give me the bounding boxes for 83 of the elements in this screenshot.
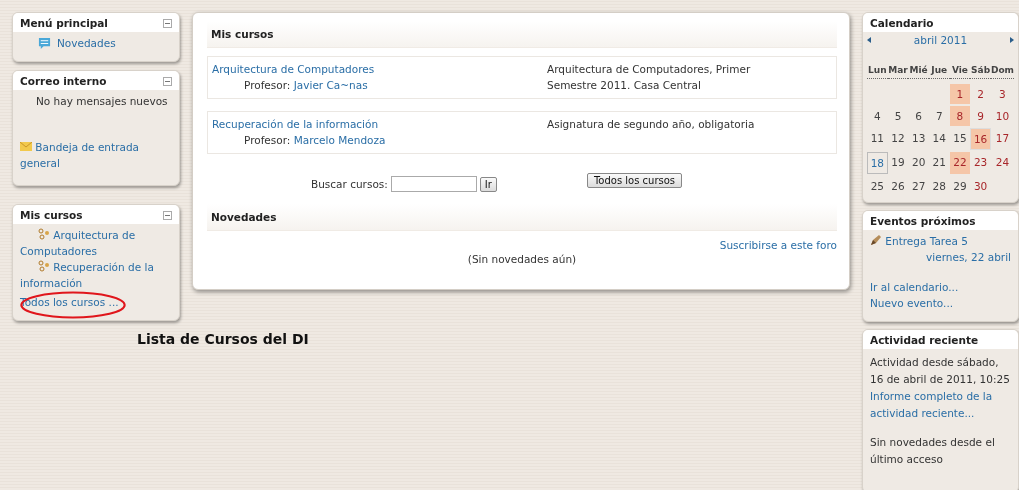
calendar-day[interactable]: 19 <box>887 152 909 174</box>
calendar-day[interactable]: 2 <box>970 84 991 104</box>
no-activity-text: Sin novedades desde el último acceso <box>870 435 996 467</box>
block-title: Calendario <box>870 17 934 29</box>
calendar-day[interactable]: 17 <box>990 128 1014 150</box>
calendar-day[interactable]: 18 <box>867 152 888 174</box>
weekday-label: Mar <box>887 62 909 79</box>
inbox-link[interactable]: Bandeja de entrada general <box>20 139 172 171</box>
pencil-icon <box>870 234 882 246</box>
search-field[interactable] <box>390 176 477 192</box>
calendar-day[interactable]: 26 <box>887 176 909 196</box>
weekday-label: Mié <box>908 62 929 79</box>
calendar-day[interactable]: 12 <box>887 128 909 150</box>
previous-month-icon[interactable] <box>867 37 871 43</box>
course-link[interactable]: Recuperación de la información <box>212 118 379 130</box>
activity-since-text: Actividad desde sábado, 16 de abril de 2011, 10:25 <box>870 355 1011 387</box>
block-title: Menú principal <box>20 17 108 29</box>
calendar-day[interactable]: 28 <box>928 176 950 196</box>
collapse-icon[interactable] <box>163 18 172 28</box>
collapse-icon[interactable] <box>163 210 172 220</box>
course-link[interactable]: Arquitectura de Computadores <box>212 63 375 75</box>
menu-link[interactable]: Novedades <box>57 35 116 51</box>
collapse-icon[interactable] <box>163 76 172 86</box>
course-summary: Asignatura de segundo año, obligatoria <box>547 117 756 132</box>
teacher-link[interactable]: Javier Ca~nas <box>293 79 368 91</box>
calendar-action-link[interactable]: Ir al calendario... <box>870 279 1011 295</box>
calendar-day[interactable]: 4 <box>867 106 888 126</box>
subscribe-link[interactable]: Suscribirse a este foro <box>719 239 837 251</box>
calendar-day[interactable]: 10 <box>990 106 1014 126</box>
calendar-day[interactable]: 8 <box>949 106 971 126</box>
teacher-label: Profesor: <box>244 79 291 91</box>
calendar-day[interactable]: 20 <box>908 152 929 174</box>
calendar-day[interactable]: 23 <box>970 152 991 174</box>
weekday-label: Vie <box>949 62 971 79</box>
teacher-link[interactable]: Marcelo Mendoza <box>293 134 386 146</box>
calendar-day[interactable]: 27 <box>908 176 929 196</box>
calendar-day[interactable]: 9 <box>970 106 991 126</box>
mail-message: No hay mensajes nuevos <box>35 94 169 109</box>
calendar-day[interactable]: 24 <box>990 152 1014 174</box>
block-title: Eventos próximos <box>870 215 976 227</box>
month-link[interactable]: abril 2011 <box>913 32 968 48</box>
weekday-label: Lun <box>867 62 888 79</box>
course-link[interactable]: Arquitectura de Computadores <box>20 227 172 259</box>
search-label: Buscar cursos: <box>311 178 388 190</box>
calendar-day[interactable]: 30 <box>970 176 991 196</box>
section-title: Mis cursos <box>211 28 274 40</box>
envelope-icon <box>20 142 32 151</box>
go-button[interactable]: Ir <box>479 176 497 192</box>
weekday-label: Dom <box>990 62 1014 79</box>
event-date-link[interactable]: viernes, 22 abril <box>926 251 1011 263</box>
all-courses-button[interactable]: Todos los cursos <box>586 172 683 188</box>
activity-report-link[interactable]: Informe completo de la actividad reciente... <box>870 388 1011 422</box>
weekday-label: Sáb <box>970 62 991 79</box>
calendar-day[interactable]: 1 <box>949 84 971 104</box>
course-icon <box>38 228 50 240</box>
calendar-day[interactable]: 22 <box>949 152 971 174</box>
next-month-icon[interactable] <box>1010 37 1014 43</box>
calendar-day[interactable]: 5 <box>887 106 909 126</box>
speech-bubble-icon <box>38 36 51 50</box>
calendar-day[interactable]: 13 <box>908 128 929 150</box>
teacher-label: Profesor: <box>244 134 291 146</box>
calendar-day[interactable]: 16 <box>970 128 991 150</box>
event-link[interactable]: Entrega Tarea 5 <box>870 233 1011 249</box>
block-title: Mis cursos <box>20 209 83 221</box>
calendar-day[interactable]: 15 <box>949 128 971 150</box>
calendar-day[interactable]: 3 <box>990 84 1014 104</box>
calendar-day[interactable]: 7 <box>928 106 950 126</box>
calendar-day[interactable]: 21 <box>928 152 950 174</box>
calendar-day[interactable]: 29 <box>949 176 971 196</box>
calendar-action-link[interactable]: Nuevo evento... <box>870 295 1011 311</box>
course-link[interactable]: Recuperación de la información <box>20 259 172 291</box>
empty-news-text: (Sin novedades aún) <box>466 253 578 265</box>
calendar-day[interactable]: 6 <box>908 106 929 126</box>
calendar-day[interactable]: 14 <box>928 128 950 150</box>
block-title: Correo interno <box>20 75 107 87</box>
weekday-label: Jue <box>928 62 950 79</box>
calendar-day[interactable]: 25 <box>867 176 888 196</box>
course-icon <box>38 260 50 272</box>
block-title: Actividad reciente <box>870 334 979 346</box>
calendar-day[interactable]: 11 <box>867 128 888 150</box>
annotation-caption: Lista de Cursos del DI <box>137 330 309 349</box>
section-title: Novedades <box>211 211 277 223</box>
course-summary: Arquitectura de Computadores, Primer Semestre 2011. Casa Central <box>547 62 752 93</box>
